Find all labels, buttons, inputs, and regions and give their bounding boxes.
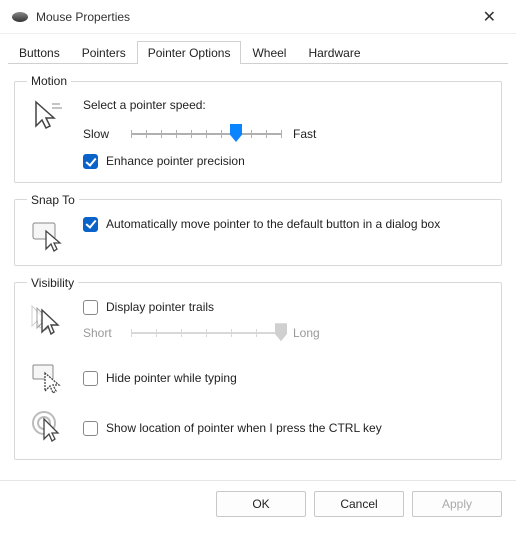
trails-long-label: Long — [293, 326, 329, 340]
ctrl-locate-icon — [30, 409, 66, 445]
enhance-precision-checkbox[interactable] — [83, 154, 98, 169]
close-button[interactable]: ✕ — [475, 5, 504, 29]
group-visibility-legend: Visibility — [27, 276, 78, 290]
pointer-speed-label: Select a pointer speed: — [83, 98, 489, 112]
cursor-speed-icon — [30, 98, 66, 134]
tab-wheel[interactable]: Wheel — [241, 41, 297, 64]
group-motion-legend: Motion — [27, 74, 71, 88]
tab-buttons[interactable]: Buttons — [8, 41, 71, 64]
snap-to-label: Automatically move pointer to the defaul… — [106, 217, 440, 233]
dialog-button-row: OK Cancel Apply — [0, 480, 516, 527]
tab-pointer-options[interactable]: Pointer Options — [137, 41, 242, 64]
hide-typing-checkbox[interactable] — [83, 371, 98, 386]
snap-to-checkbox[interactable] — [83, 217, 98, 232]
mouse-app-icon — [12, 12, 28, 22]
tab-strip: Buttons Pointers Pointer Options Wheel H… — [0, 34, 516, 63]
pointer-trails-slider — [131, 321, 281, 345]
group-motion: Motion Select a pointer speed: Slow — [14, 74, 502, 183]
titlebar: Mouse Properties ✕ — [0, 0, 516, 34]
ctrl-locate-checkbox[interactable] — [83, 421, 98, 436]
speed-slow-label: Slow — [83, 127, 119, 141]
ok-button[interactable]: OK — [216, 491, 306, 517]
group-visibility: Visibility Display pointer trails Short — [14, 276, 502, 461]
trails-short-label: Short — [83, 326, 119, 340]
speed-fast-label: Fast — [293, 127, 329, 141]
ctrl-locate-label: Show location of pointer when I press th… — [106, 421, 382, 437]
hide-typing-label: Hide pointer while typing — [106, 371, 237, 387]
group-snap-legend: Snap To — [27, 193, 79, 207]
pointer-trails-label: Display pointer trails — [106, 300, 214, 316]
tab-content: Motion Select a pointer speed: Slow — [0, 64, 516, 480]
hide-typing-icon — [30, 359, 66, 395]
apply-button[interactable]: Apply — [412, 491, 502, 517]
pointer-trails-icon — [30, 304, 66, 340]
snap-to-icon — [30, 217, 66, 253]
pointer-speed-slider[interactable] — [131, 122, 281, 146]
tab-pointers[interactable]: Pointers — [71, 41, 137, 64]
cancel-button[interactable]: Cancel — [314, 491, 404, 517]
window-title: Mouse Properties — [36, 10, 130, 24]
group-snap-to: Snap To Automatically move pointer to th… — [14, 193, 502, 266]
tab-hardware[interactable]: Hardware — [297, 41, 371, 64]
pointer-trails-checkbox[interactable] — [83, 300, 98, 315]
enhance-precision-label: Enhance pointer precision — [106, 154, 245, 170]
